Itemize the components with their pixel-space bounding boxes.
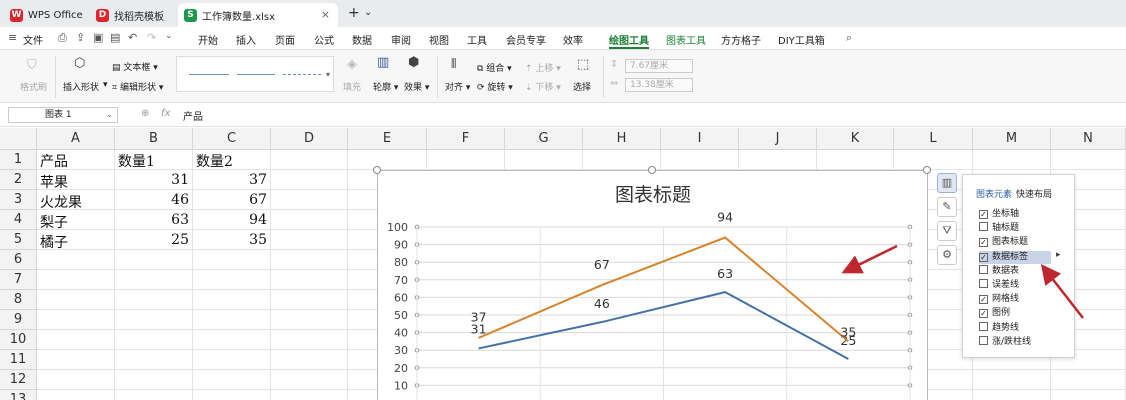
wps-window: W WPS Office D 找稻壳模板 S 工作簿数量.xlsx × + ⌄ … xyxy=(0,0,1126,400)
annotation-arrow-chart xyxy=(841,244,898,274)
annotation-overlay xyxy=(841,244,1084,319)
annotation-arrow-panel xyxy=(1040,264,1084,319)
